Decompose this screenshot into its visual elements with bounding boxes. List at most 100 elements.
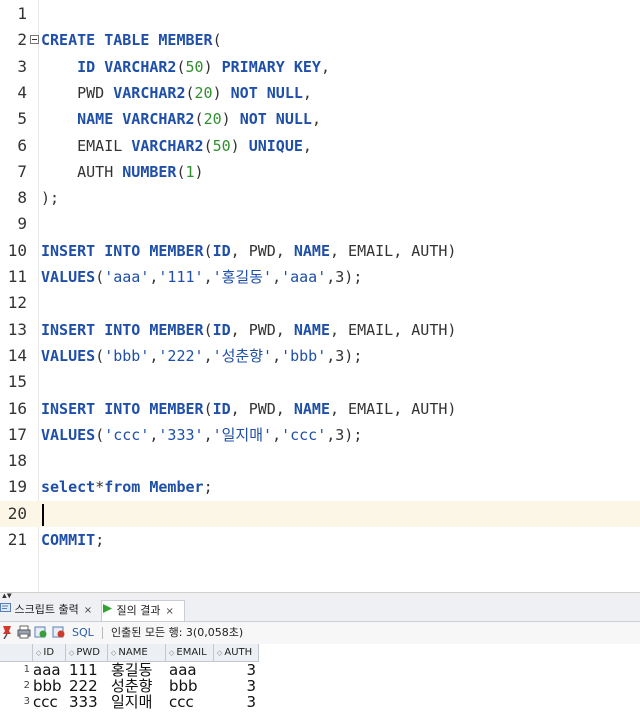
- code-text[interactable]: VALUES('bbb','222','성춘향','bbb',3);: [41, 343, 362, 369]
- code-text[interactable]: INSERT INTO MEMBER(ID, PWD, NAME, EMAIL,…: [41, 238, 456, 264]
- line-number: 18: [7, 451, 27, 471]
- editor-line[interactable]: 21 COMMIT;: [0, 527, 640, 553]
- fetch-status: 인출된 모든 행: 3(0,058초): [111, 626, 244, 639]
- sort-icon: ◇: [36, 649, 42, 657]
- editor-line[interactable]: 7 AUTH NUMBER(1): [0, 159, 640, 185]
- close-icon[interactable]: ×: [165, 606, 173, 617]
- cell-auth[interactable]: 3: [214, 678, 256, 694]
- column-header-email[interactable]: ◇ EMAIL: [166, 644, 214, 661]
- code-text[interactable]: EMAIL VARCHAR2(50) UNIQUE,: [41, 133, 312, 159]
- tab-script-output[interactable]: 스크립트 출력 ×: [0, 600, 96, 620]
- line-number: 10: [7, 240, 27, 260]
- line-number: 14: [7, 345, 27, 365]
- cell-auth[interactable]: 3: [214, 662, 256, 678]
- cell-name[interactable]: 홍길동: [111, 662, 152, 678]
- editor-line[interactable]: 18: [0, 448, 640, 474]
- line-number: 4: [17, 82, 27, 102]
- editor-line[interactable]: 4 PWD VARCHAR2(20) NOT NULL,: [0, 80, 640, 106]
- cell-email[interactable]: aaa: [169, 662, 197, 678]
- code-text[interactable]: INSERT INTO MEMBER(ID, PWD, NAME, EMAIL,…: [41, 317, 456, 343]
- fold-toggle-icon[interactable]: [30, 35, 39, 45]
- editor-line[interactable]: 2 CREATE TABLE MEMBER(: [0, 27, 640, 53]
- line-number: 6: [17, 135, 27, 155]
- code-text[interactable]: PWD VARCHAR2(20) NOT NULL,: [41, 80, 312, 106]
- code-text[interactable]: VALUES('ccc','333','일지매','ccc',3);: [41, 422, 362, 448]
- cell-email[interactable]: bbb: [169, 678, 198, 694]
- cell-pwd[interactable]: 111: [69, 662, 98, 678]
- editor-line[interactable]: 13 INSERT INTO MEMBER(ID, PWD, NAME, EMAI…: [0, 317, 640, 343]
- code-text[interactable]: select*from Member;: [41, 474, 213, 500]
- editor-line[interactable]: 5 NAME VARCHAR2(20) NOT NULL,: [0, 106, 640, 132]
- editor-line[interactable]: 14 VALUES('bbb','222','성춘향','bbb',3);: [0, 343, 640, 369]
- sort-icon: ◇: [111, 649, 117, 657]
- editor-line[interactable]: 1: [0, 1, 640, 27]
- tab-query-result-label: 질의 결과: [116, 604, 161, 617]
- line-number: 15: [7, 372, 27, 392]
- column-header-id[interactable]: ◇ ID: [33, 644, 66, 661]
- line-number: 2: [17, 30, 27, 50]
- row-number: 3: [23, 696, 30, 707]
- tab-script-output-label: 스크립트 출력: [14, 603, 79, 616]
- code-text[interactable]: INSERT INTO MEMBER(ID, PWD, NAME, EMAIL,…: [41, 396, 456, 422]
- line-number: 7: [17, 161, 27, 181]
- column-header-auth[interactable]: ◇ AUTH: [214, 644, 259, 661]
- editor-line[interactable]: 11 VALUES('aaa','111','홍길동','aaa',3);: [0, 264, 640, 290]
- cell-pwd[interactable]: 333: [69, 694, 98, 710]
- sql-button[interactable]: SQL: [72, 625, 94, 641]
- editor-line[interactable]: 3 ID VARCHAR2(50) PRIMARY KEY,: [0, 54, 640, 80]
- column-header-pwd[interactable]: ◇ PWD: [66, 644, 108, 661]
- result-grid[interactable]: ◇ ID ◇ PWD ◇ NAME ◇ EMAIL ◇ AUTH 1 aaa 111 홍길…: [0, 644, 640, 725]
- editor-line[interactable]: 6 EMAIL VARCHAR2(50) UNIQUE,: [0, 133, 640, 159]
- table-row[interactable]: 3 ccc 333 일지매 ccc 3: [0, 694, 640, 710]
- refresh-query-icon[interactable]: [34, 625, 48, 641]
- cell-email[interactable]: ccc: [169, 694, 194, 710]
- toolbar-divider: [102, 627, 103, 639]
- cell-pwd[interactable]: 222: [69, 678, 98, 694]
- grid-header: ◇ ID ◇ PWD ◇ NAME ◇ EMAIL ◇ AUTH: [0, 644, 259, 662]
- line-number: 16: [7, 398, 27, 418]
- sort-icon: ◇: [169, 649, 175, 657]
- print-icon[interactable]: [17, 625, 31, 641]
- code-text[interactable]: AUTH NUMBER(1): [41, 159, 203, 185]
- tab-query-result[interactable]: 질의 결과 ×: [101, 600, 185, 621]
- cell-name[interactable]: 성춘향: [111, 678, 152, 694]
- column-header-name[interactable]: ◇ NAME: [108, 644, 166, 661]
- output-tab-bar: 스크립트 출력 × 질의 결과 ×: [0, 598, 640, 622]
- line-number: 3: [17, 56, 27, 76]
- code-text[interactable]: COMMIT;: [41, 527, 104, 553]
- line-number: 11: [7, 267, 27, 286]
- pin-icon[interactable]: [1, 625, 13, 641]
- row-number: 1: [23, 664, 30, 675]
- table-row[interactable]: 1 aaa 111 홍길동 aaa 3: [0, 662, 640, 678]
- close-icon[interactable]: ×: [84, 605, 92, 616]
- code-text[interactable]: CREATE TABLE MEMBER(: [41, 27, 222, 53]
- editor-line[interactable]: 12: [0, 290, 640, 316]
- line-number: 9: [17, 214, 27, 234]
- editor-line[interactable]: 8);: [0, 185, 640, 211]
- editor-line[interactable]: 19 select*from Member;: [0, 474, 640, 500]
- cell-id[interactable]: ccc: [33, 694, 58, 710]
- editor-line[interactable]: 9: [0, 211, 640, 237]
- editor-line[interactable]: 10 INSERT INTO MEMBER(ID, PWD, NAME, EMAI…: [0, 238, 640, 264]
- script-output-icon: [0, 600, 11, 620]
- editor-line[interactable]: 15: [0, 369, 640, 395]
- sql-editor[interactable]: 1 2 CREATE TABLE MEMBER(3 ID VARCHAR2(50) …: [0, 0, 640, 592]
- code-text[interactable]: );: [41, 185, 59, 211]
- row-number: 2: [23, 680, 30, 691]
- cell-id[interactable]: bbb: [33, 678, 62, 694]
- sort-icon: ◇: [217, 649, 223, 657]
- editor-line[interactable]: 16 INSERT INTO MEMBER(ID, PWD, NAME, EMAI…: [0, 396, 640, 422]
- cell-auth[interactable]: 3: [214, 694, 256, 710]
- line-number: 8: [17, 188, 27, 208]
- row-number-header: [0, 644, 33, 661]
- line-number: 21: [7, 530, 27, 549]
- code-text[interactable]: NAME VARCHAR2(20) NOT NULL,: [41, 106, 321, 132]
- cell-name[interactable]: 일지매: [111, 694, 152, 710]
- editor-line[interactable]: 17 VALUES('ccc','333','일지매','ccc',3);: [0, 422, 640, 448]
- code-text[interactable]: VALUES('aaa','111','홍길동','aaa',3);: [41, 264, 362, 290]
- cell-id[interactable]: aaa: [33, 662, 61, 678]
- code-text[interactable]: ID VARCHAR2(50) PRIMARY KEY,: [41, 54, 330, 80]
- cancel-query-icon[interactable]: [52, 625, 66, 641]
- table-row[interactable]: 2 bbb 222 성춘향 bbb 3: [0, 678, 640, 694]
- editor-line[interactable]: 20: [0, 500, 640, 527]
